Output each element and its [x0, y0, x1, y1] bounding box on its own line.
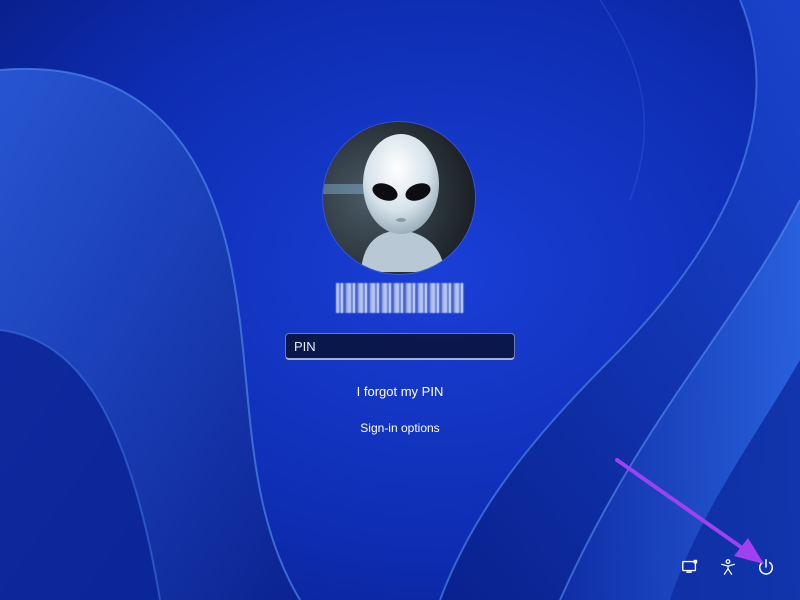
pin-input[interactable] [285, 333, 515, 360]
lock-screen: I forgot my PIN Sign-in options [0, 0, 800, 600]
accessibility-icon [721, 559, 735, 575]
accessibility-button[interactable] [717, 556, 739, 578]
alien-avatar-icon [323, 122, 475, 274]
forgot-pin-link[interactable]: I forgot my PIN [250, 384, 550, 399]
network-button[interactable] [679, 556, 701, 578]
power-button[interactable] [755, 556, 777, 578]
signin-options-link[interactable]: Sign-in options [250, 421, 550, 435]
user-avatar [323, 122, 475, 274]
power-icon [758, 559, 774, 575]
network-icon [682, 559, 698, 573]
username-blurred [336, 283, 464, 313]
